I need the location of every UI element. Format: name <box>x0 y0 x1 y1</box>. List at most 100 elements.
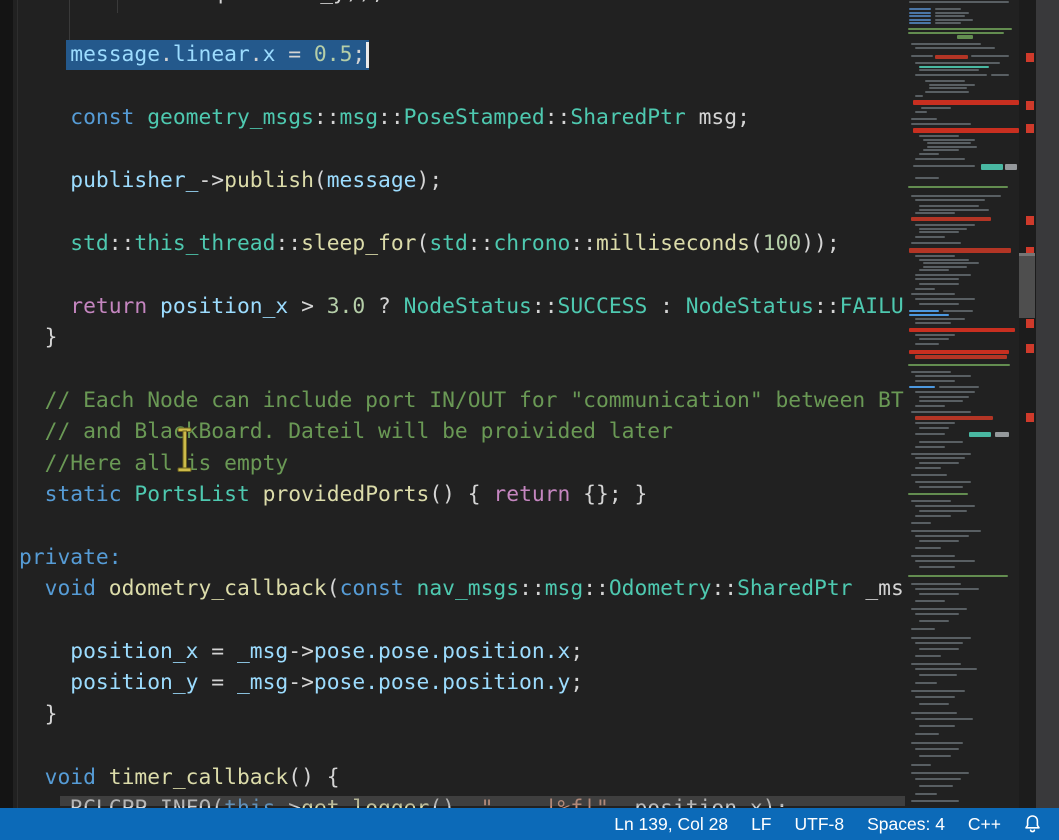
code-line[interactable]: } <box>45 699 58 731</box>
minimap-line <box>915 375 971 377</box>
code-line[interactable]: void timer_callback() { <box>45 762 340 794</box>
status-indentation[interactable]: Spaces: 4 <box>867 814 945 835</box>
code-line[interactable]: } <box>45 322 58 354</box>
minimap-line <box>909 350 1009 354</box>
minimap-line <box>915 416 993 420</box>
code-token: position_x <box>160 294 288 319</box>
minimap-line <box>909 12 931 14</box>
code-line[interactable]: position_y)); <box>218 0 385 9</box>
code-token: -> <box>288 670 314 695</box>
vertical-scrollbar[interactable] <box>1019 0 1036 808</box>
code-line[interactable]: std::this_thread::sleep_for(std::chrono:… <box>70 228 839 260</box>
code-line[interactable]: void odometry_callback(const nav_msgs::m… <box>45 573 905 605</box>
code-line[interactable]: private: <box>19 542 122 574</box>
code-token: : <box>647 294 685 319</box>
code-line[interactable]: publisher_->publish(message); <box>70 165 442 197</box>
code-token: //Here all is empty <box>45 451 289 476</box>
code-line[interactable]: return position_x > 3.0 ? NodeStatus::SU… <box>70 291 905 323</box>
code-line[interactable]: message.linear.x = 0.5; <box>70 39 365 71</box>
code-token: message <box>327 168 417 193</box>
minimap-line <box>911 663 961 665</box>
error-mark <box>1026 344 1034 353</box>
code-token: = <box>198 670 236 695</box>
code-line[interactable]: // and BlackBoard. Dateil will be proivi… <box>45 416 673 448</box>
code-token: SharedPtr <box>737 576 852 601</box>
code-line[interactable]: static PortsList providedPorts() { retur… <box>45 479 648 511</box>
minimap-line <box>935 55 968 59</box>
code-token: FAILURE; <box>840 294 905 319</box>
minimap-line <box>915 322 951 324</box>
minimap-line <box>915 718 973 720</box>
minimap-line <box>919 228 967 230</box>
code-editor[interactable]: position_y)); message.linear.x = 0.5; cons… <box>0 0 905 808</box>
minimap-line <box>911 55 933 57</box>
indent-guide <box>117 0 118 13</box>
code-token: :: <box>814 294 840 319</box>
horizontal-scrollbar[interactable] <box>60 796 905 806</box>
minimap-line <box>909 328 1015 332</box>
code-token: )); <box>801 231 839 256</box>
status-eol[interactable]: LF <box>751 814 771 835</box>
minimap-line <box>919 648 959 650</box>
minimap-line <box>915 696 955 698</box>
status-encoding[interactable]: UTF-8 <box>795 814 845 835</box>
mouse-ibeam-cursor <box>176 427 196 477</box>
code-token: std <box>70 231 108 256</box>
code-token: this_thread <box>134 231 275 256</box>
code-token: return <box>493 482 570 507</box>
code-token <box>147 294 160 319</box>
minimap-line <box>919 725 955 727</box>
notifications-bell-icon[interactable] <box>1024 814 1041 834</box>
minimap-line <box>915 177 939 179</box>
scrollbar-thumb[interactable] <box>1019 253 1035 318</box>
minimap-line <box>915 682 937 684</box>
minimap-line <box>915 62 1000 64</box>
minimap-line <box>919 540 959 542</box>
code-token: void <box>45 765 96 790</box>
minimap-line <box>915 224 975 226</box>
vscode-window: position_y)); message.linear.x = 0.5; cons… <box>0 0 1059 840</box>
code-line[interactable]: // Each Node can include port IN/OUT for… <box>45 385 904 417</box>
status-language[interactable]: C++ <box>968 814 1001 835</box>
code-line[interactable]: position_x = _msg->pose.pose.position.x; <box>70 636 583 668</box>
minimap-line <box>935 22 961 24</box>
minimap-line <box>915 47 995 49</box>
minimap-line <box>971 55 1009 57</box>
minimap-line <box>911 628 935 630</box>
minimap-line <box>915 422 955 424</box>
code-line[interactable]: //Here all is empty <box>45 448 289 480</box>
code-token: ; <box>570 639 583 664</box>
error-mark <box>1026 101 1034 110</box>
indent-guide <box>69 0 70 40</box>
code-token: ( <box>750 231 763 256</box>
minimap-line <box>915 318 965 320</box>
minimap-line <box>915 334 955 336</box>
minimap-line <box>929 84 975 86</box>
minimap-line <box>909 314 949 316</box>
minimap[interactable] <box>905 0 1019 808</box>
minimap-line <box>911 242 961 244</box>
minimap-line <box>919 135 959 137</box>
code-token: . <box>250 42 263 67</box>
error-mark <box>1026 124 1034 133</box>
minimap-line <box>911 118 937 120</box>
code-token: // and BlackBoard. Dateil will be proivi… <box>45 419 673 444</box>
status-line-col[interactable]: Ln 139, Col 28 <box>614 814 728 835</box>
code-token: } <box>45 702 58 727</box>
code-token: . <box>160 42 173 67</box>
minimap-line <box>1005 164 1017 170</box>
minimap-line <box>909 310 939 312</box>
minimap-line <box>919 486 963 488</box>
minimap-line <box>919 674 957 676</box>
code-token: SUCCESS <box>558 294 648 319</box>
minimap-line <box>911 772 969 774</box>
code-line[interactable]: const geometry_msgs::msg::PoseStamped::S… <box>70 102 750 134</box>
code-token: const <box>70 105 134 130</box>
minimap-line <box>915 274 971 276</box>
code-line[interactable]: position_y = _msg->pose.pose.position.y; <box>70 667 583 699</box>
code-token: msg <box>340 105 378 130</box>
minimap-line <box>919 755 951 757</box>
code-token <box>96 765 109 790</box>
code-token: nav_msgs <box>417 576 520 601</box>
minimap-line <box>908 28 1012 30</box>
